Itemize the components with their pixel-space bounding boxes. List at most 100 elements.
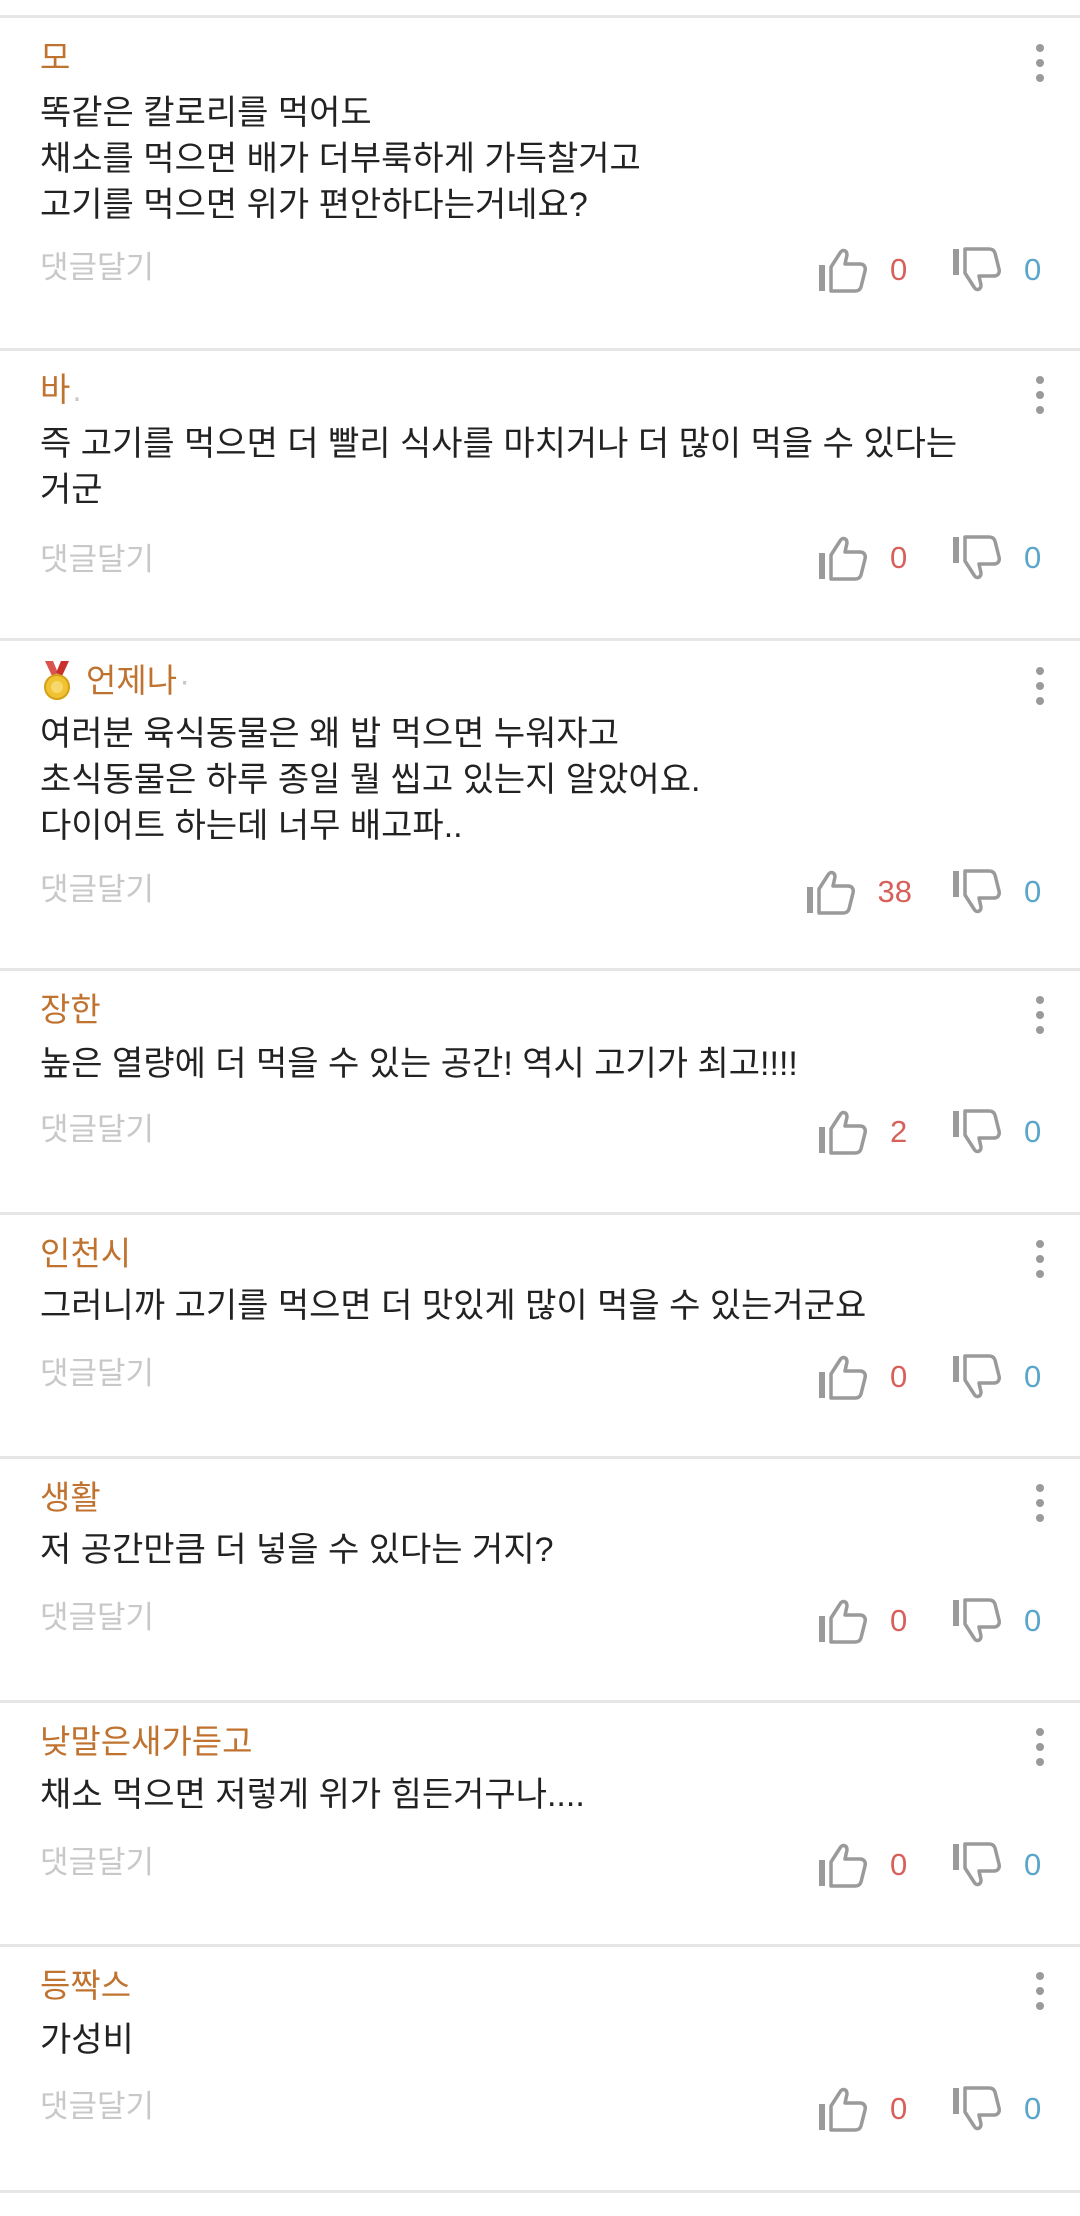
thumbs-down-icon bbox=[950, 531, 1002, 585]
more-vertical-icon[interactable] bbox=[1028, 376, 1052, 420]
comment-text: 가성비 bbox=[40, 2021, 134, 2059]
author-name: 바 bbox=[40, 371, 71, 408]
author-suffix: · bbox=[179, 662, 191, 699]
dislike-button[interactable]: 0 bbox=[950, 531, 1046, 585]
reply-button[interactable]: 댓글달기 bbox=[40, 1110, 154, 1150]
comment-author[interactable]: 장한 bbox=[40, 990, 103, 1030]
dislike-count: 0 bbox=[1024, 2091, 1042, 2126]
thumbs-up-icon bbox=[816, 243, 868, 297]
more-vertical-icon[interactable] bbox=[1028, 1484, 1052, 1528]
comment-item: 장한높은 열량에 더 먹을 수 있는 공간! 역시 고기가 최고!!!! 댓글달기… bbox=[0, 971, 1080, 1215]
comment-text: 즉 고기를 먹으면 더 빨리 식사를 마치거나 더 많이 먹을 수 있다는 거군 bbox=[40, 425, 958, 509]
vote-controls: 00 bbox=[816, 240, 1046, 300]
author-name: 등짝스 bbox=[40, 1967, 132, 2004]
more-vertical-icon[interactable] bbox=[1028, 1972, 1052, 2016]
like-count: 0 bbox=[890, 1847, 908, 1882]
thumbs-up-icon bbox=[816, 531, 868, 585]
vote-controls: 20 bbox=[816, 1102, 1046, 1162]
dislike-button[interactable]: 0 bbox=[950, 865, 1046, 919]
like-button[interactable]: 0 bbox=[816, 2082, 912, 2136]
comment-text: 여러분 육식동물은 왜 밥 먹으면 누워자고 초식동물은 하루 종일 뭘 씹고 … bbox=[40, 715, 701, 845]
comment-text: 그러니까 고기를 먹으면 더 맛있게 많이 먹을 수 있는거군요 bbox=[40, 1287, 867, 1325]
like-count: 0 bbox=[890, 1359, 908, 1394]
author-name: 생활 bbox=[40, 1479, 101, 1516]
author-name: 인천시 bbox=[40, 1235, 132, 1272]
comment-item: 생활 저 공간만큼 더 넣을 수 있다는 거지? 댓글달기 0 0 bbox=[0, 1459, 1080, 1703]
comment-item: 바. 즉 고기를 먹으면 더 빨리 식사를 마치거나 더 많이 먹을 수 있다는 … bbox=[0, 351, 1080, 641]
like-button[interactable]: 0 bbox=[816, 1350, 912, 1404]
thumbs-down-icon bbox=[950, 2082, 1002, 2136]
comment-author[interactable]: 언제나 · bbox=[40, 661, 190, 701]
dislike-count: 0 bbox=[1024, 874, 1042, 909]
comment-item: 낮말은새가듣고 채소 먹으면 저렇게 위가 힘든거구나.... 댓글달기 0 0 bbox=[0, 1703, 1080, 1947]
like-button[interactable]: 0 bbox=[816, 531, 912, 585]
comment-item: 모똑같은 칼로리를 먹어도 채소를 먹으면 배가 더부룩하게 가득찰거고 고기를… bbox=[0, 18, 1080, 351]
vote-controls: 00 bbox=[816, 1591, 1046, 1651]
vote-controls: 00 bbox=[816, 2079, 1046, 2139]
reply-button[interactable]: 댓글달기 bbox=[40, 1843, 154, 1883]
author-name: 언제나 bbox=[86, 662, 178, 699]
dislike-button[interactable]: 0 bbox=[950, 243, 1046, 297]
thumbs-up-icon bbox=[816, 1838, 868, 1892]
dislike-button[interactable]: 0 bbox=[950, 2082, 1046, 2136]
dislike-count: 0 bbox=[1024, 540, 1042, 575]
thumbs-down-icon bbox=[950, 1105, 1002, 1159]
author-name: 낮말은새가듣고 bbox=[40, 1723, 253, 1760]
comment-text: 똑같은 칼로리를 먹어도 채소를 먹으면 배가 더부룩하게 가득찰거고 고기를 … bbox=[40, 94, 641, 224]
author-name: 장한 bbox=[40, 991, 101, 1028]
dislike-count: 0 bbox=[1024, 1114, 1042, 1149]
vote-controls: 00 bbox=[816, 1835, 1046, 1895]
comment-author[interactable]: 인천시 bbox=[40, 1234, 133, 1274]
like-button[interactable]: 0 bbox=[816, 1594, 912, 1648]
thumbs-up-icon bbox=[816, 2082, 868, 2136]
reply-button[interactable]: 댓글달기 bbox=[40, 870, 154, 910]
reply-button[interactable]: 댓글달기 bbox=[40, 1598, 154, 1638]
reply-button[interactable]: 댓글달기 bbox=[40, 2087, 154, 2127]
comment-author[interactable]: 바. bbox=[40, 370, 82, 410]
comment-author[interactable]: 등짝스 bbox=[40, 1966, 133, 2006]
reply-button[interactable]: 댓글달기 bbox=[40, 248, 154, 288]
reply-button[interactable]: 댓글달기 bbox=[40, 1354, 154, 1394]
thumbs-up-icon bbox=[816, 1350, 868, 1404]
dislike-button[interactable]: 0 bbox=[950, 1350, 1046, 1404]
thumbs-up-icon bbox=[816, 1594, 868, 1648]
more-vertical-icon[interactable] bbox=[1028, 667, 1052, 711]
like-count: 0 bbox=[890, 540, 908, 575]
dislike-button[interactable]: 0 bbox=[950, 1105, 1046, 1159]
like-count: 2 bbox=[890, 1114, 908, 1149]
gold-medal-icon bbox=[40, 661, 74, 701]
comment-item: 언제나 · 여러분 육식동물은 왜 밥 먹으면 누워자고 초식동물은 하루 종일 뭘… bbox=[0, 641, 1080, 971]
like-button[interactable]: 2 bbox=[816, 1105, 912, 1159]
comment-item: 인천시그러니까 고기를 먹으면 더 맛있게 많이 먹을 수 있는거군요댓글달기 0… bbox=[0, 1215, 1080, 1459]
comment-author[interactable]: 모 bbox=[40, 38, 72, 78]
author-suffix: . bbox=[72, 371, 82, 408]
top-divider bbox=[0, 0, 1080, 18]
thumbs-down-icon bbox=[950, 865, 1002, 919]
thumbs-down-icon bbox=[950, 1594, 1002, 1648]
more-vertical-icon[interactable] bbox=[1028, 996, 1052, 1040]
more-vertical-icon[interactable] bbox=[1028, 1728, 1052, 1772]
author-name: 모 bbox=[40, 39, 71, 76]
dislike-button[interactable]: 0 bbox=[950, 1594, 1046, 1648]
thumbs-down-icon bbox=[950, 1838, 1002, 1892]
like-count: 0 bbox=[890, 1603, 908, 1638]
dislike-count: 0 bbox=[1024, 1847, 1042, 1882]
thumbs-up-icon bbox=[804, 865, 856, 919]
dislike-button[interactable]: 0 bbox=[950, 1838, 1046, 1892]
like-button[interactable]: 38 bbox=[804, 865, 912, 919]
like-count: 38 bbox=[877, 874, 912, 909]
reply-button[interactable]: 댓글달기 bbox=[40, 540, 154, 580]
comment-text: 채소 먹으면 저렇게 위가 힘든거구나.... bbox=[40, 1776, 585, 1814]
like-button[interactable]: 0 bbox=[816, 1838, 912, 1892]
vote-controls: 38 0 bbox=[804, 862, 1046, 922]
more-vertical-icon[interactable] bbox=[1028, 1240, 1052, 1284]
thumbs-up-icon bbox=[816, 1105, 868, 1159]
comment-item: 등짝스 가성비 댓글달기 0 0 bbox=[0, 1947, 1080, 2193]
comment-text: 높은 열량에 더 먹을 수 있는 공간! 역시 고기가 최고!!!! bbox=[40, 1045, 798, 1083]
thumbs-down-icon bbox=[950, 1350, 1002, 1404]
dislike-count: 0 bbox=[1024, 1603, 1042, 1638]
like-button[interactable]: 0 bbox=[816, 243, 912, 297]
more-vertical-icon[interactable] bbox=[1028, 44, 1052, 88]
comment-author[interactable]: 낮말은새가듣고 bbox=[40, 1722, 255, 1762]
comment-author[interactable]: 생활 bbox=[40, 1478, 103, 1518]
